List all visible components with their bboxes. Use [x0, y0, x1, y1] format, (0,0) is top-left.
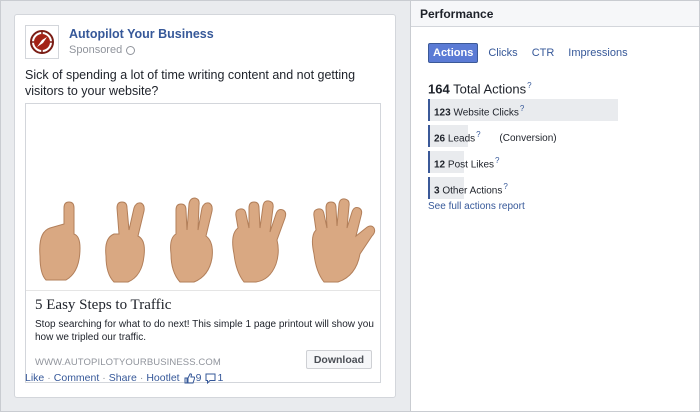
action-label: Other Actions [442, 185, 503, 197]
post-action-bar: Like · Comment · Share · Hootlet 9 1 [25, 372, 223, 384]
link-domain: WWW.AUTOPILOTYOURBUSINESS.COM [35, 357, 221, 368]
separator: · [102, 372, 106, 384]
help-icon[interactable]: ? [503, 182, 507, 191]
page-name-link[interactable]: Autopilot Your Business [69, 27, 214, 41]
like-count[interactable]: 9 [196, 372, 202, 384]
action-row-other-actions: 3 Other Actions? [428, 177, 628, 199]
total-actions-count: 164 [428, 81, 450, 97]
action-label: Website Clicks [453, 107, 519, 119]
tab-impressions[interactable]: Impressions [564, 44, 631, 62]
performance-pane: Performance Actions Clicks CTR Impressio… [410, 0, 700, 412]
news-feed-pane: Autopilot Your Business Sponsored Sick o… [0, 0, 410, 412]
like-link[interactable]: Like [25, 372, 44, 384]
hootlet-link[interactable]: Hootlet [146, 372, 179, 384]
post-message: Sick of spending a lot of time writing c… [25, 68, 356, 98]
sponsored-post: Autopilot Your Business Sponsored Sick o… [14, 14, 396, 398]
full-actions-report-link[interactable]: See full actions report [428, 201, 525, 212]
separator: · [139, 372, 144, 384]
help-icon[interactable]: ? [520, 104, 524, 113]
counting-hands-image [39, 197, 376, 283]
performance-tabs: Actions Clicks CTR Impressions [428, 43, 632, 63]
comment-bubble-icon[interactable] [205, 373, 216, 384]
link-preview-image[interactable] [26, 104, 380, 291]
globe-icon [126, 45, 136, 55]
tab-clicks[interactable]: Clicks [484, 44, 521, 62]
comment-count[interactable]: 1 [217, 372, 223, 384]
compass-logo-icon [30, 30, 54, 54]
action-count: 123 [434, 107, 451, 119]
actions-breakdown: 123 Website Clicks? 26 Leads? (Conversio… [428, 99, 628, 203]
action-row-post-likes: 12 Post Likes? [428, 151, 628, 173]
comment-link[interactable]: Comment [54, 372, 100, 384]
separator: · [47, 372, 51, 384]
thumbs-up-icon[interactable] [184, 372, 195, 384]
link-title[interactable]: 5 Easy Steps to Traffic [35, 297, 171, 314]
help-icon[interactable]: ? [495, 156, 499, 165]
share-link[interactable]: Share [109, 372, 137, 384]
page-avatar[interactable] [25, 25, 59, 59]
link-preview[interactable]: 5 Easy Steps to Traffic Stop searching f… [25, 103, 381, 383]
total-actions: 164 Total Actions? [428, 81, 532, 96]
tab-actions[interactable]: Actions [428, 43, 479, 63]
action-count: 26 [434, 133, 446, 145]
link-description: Stop searching for what to do next! This… [35, 319, 374, 343]
action-count: 12 [434, 159, 446, 171]
action-count: 3 [434, 185, 440, 197]
help-icon[interactable]: ? [476, 130, 480, 139]
sponsored-text: Sponsored [69, 44, 123, 56]
action-row-leads: 26 Leads? (Conversion) [428, 125, 628, 147]
action-label: Leads [447, 133, 476, 145]
download-button[interactable]: Download [305, 350, 372, 369]
performance-title: Performance [411, 0, 700, 27]
help-icon[interactable]: ? [527, 81, 531, 90]
sponsored-label: Sponsored [69, 44, 136, 56]
action-row-website-clicks: 123 Website Clicks? [428, 99, 628, 121]
tab-ctr[interactable]: CTR [528, 44, 559, 62]
post-header: Autopilot Your Business Sponsored [25, 25, 385, 61]
action-extra-label: (Conversion) [499, 133, 557, 145]
action-label: Post Likes [447, 159, 495, 171]
total-actions-label: Total Actions [453, 81, 527, 97]
